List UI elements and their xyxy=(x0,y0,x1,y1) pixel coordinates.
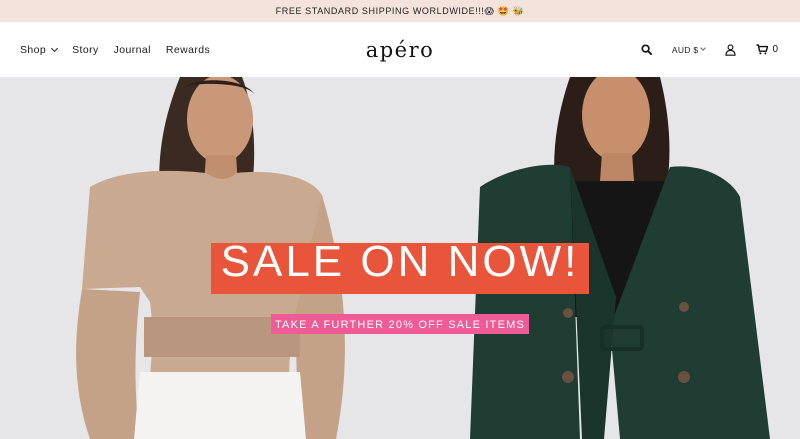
hero-banner[interactable]: SALE ON NOW! TAKE A FURTHER 20% OFF SALE… xyxy=(0,77,800,439)
cart-button[interactable]: 0 xyxy=(756,44,778,55)
chevron-down-icon xyxy=(700,45,707,51)
nav-story-label: Story xyxy=(72,43,99,56)
hero-title-wrap: SALE ON NOW! xyxy=(0,236,800,294)
hero-subtitle-wrap: TAKE A FURTHER 20% OFF SALE ITEMS xyxy=(0,314,800,334)
site-logo[interactable]: apéro xyxy=(366,38,435,62)
cart-count: 0 xyxy=(772,44,778,55)
nav-rewards[interactable]: Rewards xyxy=(166,44,210,56)
site-header: Shop Story Journal Rewards apéro AUD $ 0 xyxy=(0,22,800,77)
hero-subtitle-box: TAKE A FURTHER 20% OFF SALE ITEMS xyxy=(270,314,530,334)
nav-journal[interactable]: Journal xyxy=(114,44,151,56)
hero-subtitle: TAKE A FURTHER 20% OFF SALE ITEMS xyxy=(274,319,526,331)
hero-title: SALE ON NOW! xyxy=(220,236,580,286)
currency-selector[interactable]: AUD $ xyxy=(671,44,707,55)
account-button[interactable] xyxy=(725,43,736,56)
hero-title-box: SALE ON NOW! xyxy=(210,236,590,294)
main-nav: Shop Story Journal Rewards xyxy=(20,22,210,77)
announcement-text: FREE STANDARD SHIPPING WORLDWIDE!!!😱 🤩 🐝 xyxy=(275,5,525,16)
nav-journal-label: Journal xyxy=(113,43,151,56)
currency-label: AUD $ xyxy=(671,44,699,55)
search-button[interactable] xyxy=(641,44,652,55)
user-icon xyxy=(725,43,736,56)
nav-story[interactable]: Story xyxy=(72,44,99,56)
chevron-down-icon xyxy=(51,44,59,52)
nav-shop-label: Shop xyxy=(20,43,47,56)
search-icon xyxy=(641,44,652,55)
nav-shop[interactable]: Shop xyxy=(20,43,59,56)
cart-icon xyxy=(756,44,769,55)
announcement-bar: FREE STANDARD SHIPPING WORLDWIDE!!!😱 🤩 🐝 xyxy=(0,0,800,22)
nav-rewards-label: Rewards xyxy=(165,43,211,56)
header-utilities: AUD $ 0 xyxy=(641,22,778,77)
